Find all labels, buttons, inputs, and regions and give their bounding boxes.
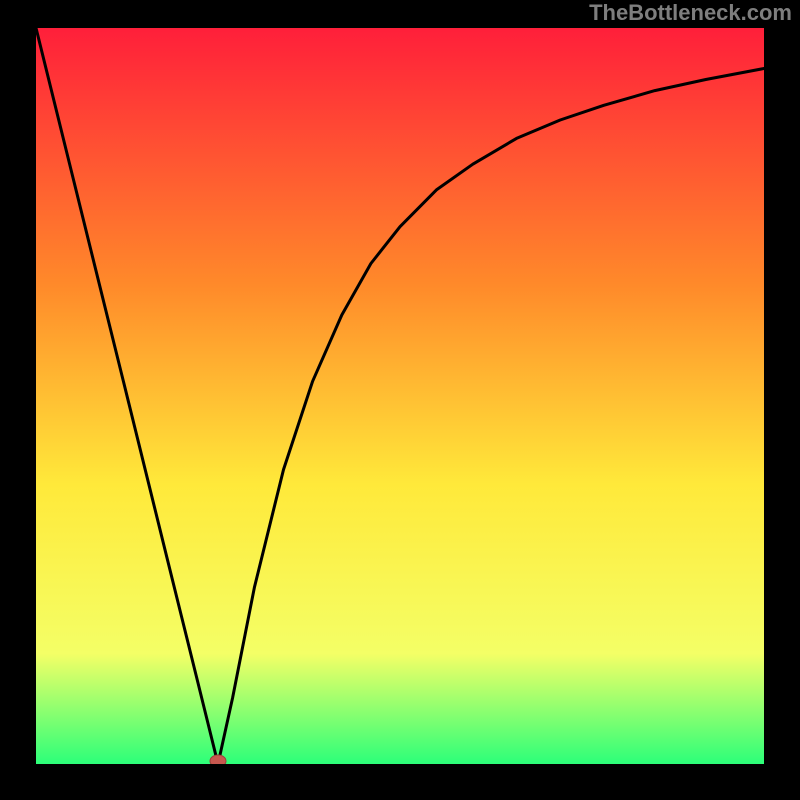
plot-area: [36, 28, 764, 764]
gradient-background: [36, 28, 764, 764]
watermark-text: TheBottleneck.com: [589, 0, 792, 26]
chart-frame: TheBottleneck.com: [0, 0, 800, 800]
bottleneck-plot: [36, 28, 764, 764]
optimal-point-marker: [210, 755, 226, 764]
